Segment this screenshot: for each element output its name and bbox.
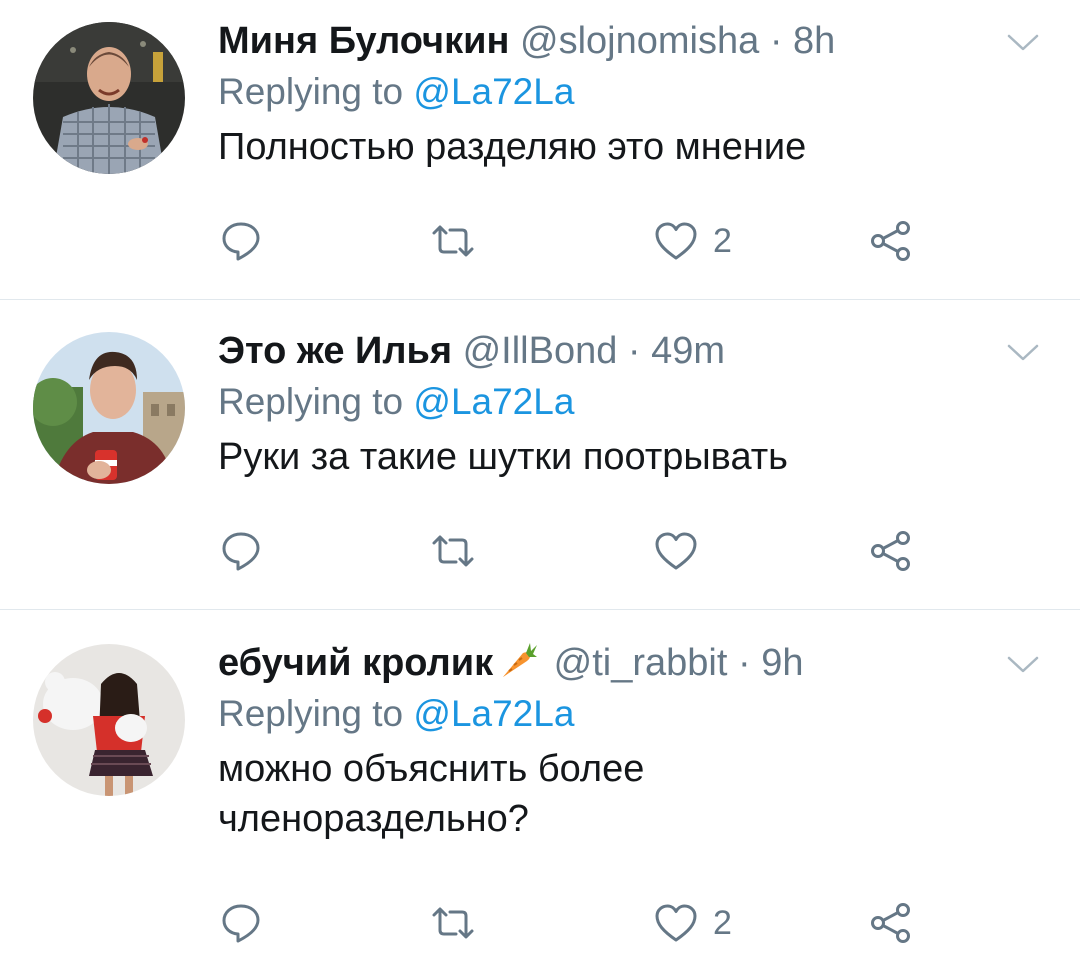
tweet-content: ебучий кролик @ti_rabbit · 9h Replying t… [218,640,1040,844]
replying-to-label: Replying to [218,693,404,734]
avatar-photo [33,332,185,484]
reply-icon [222,904,260,943]
tweet-text-line: Полностью разделяю это мнение [218,126,807,168]
tweet-text: Руки за такие шутки поотрывать [218,432,918,482]
action-bar [218,526,918,576]
tweet-content: Миня Булочкин @slojnomisha · 8h Replying… [218,18,1040,172]
chevron-down-icon[interactable] [1006,654,1040,676]
share-button[interactable] [868,526,914,576]
reply-button[interactable] [218,526,264,576]
replying-to-link[interactable]: @La72La [413,71,574,112]
user-handle[interactable]: @ti_rabbit [554,642,728,684]
like-button[interactable]: 2 [653,898,732,948]
tweet-text: Полностью разделяю это мнение [218,122,918,172]
reply-icon [222,222,260,261]
user-handle[interactable]: @slojnomisha [520,20,759,62]
share-icon [871,531,910,571]
replying-to-line: Replying to @La72La [218,380,1040,424]
tweet-text-line: можно объяснить более [218,748,645,790]
share-icon [871,903,910,943]
retweet-icon [432,907,474,939]
replying-to-label: Replying to [218,381,404,422]
tweet[interactable]: Миня Булочкин @slojnomisha · 8h Replying… [0,0,1080,300]
action-bar: 2 [218,216,918,266]
replying-to-link[interactable]: @La72La [413,381,574,422]
avatar-photo [33,644,185,796]
tweet-header: Это же Илья @IllBond · 49m [218,328,1040,374]
chevron-down-icon[interactable] [1006,342,1040,364]
display-name[interactable]: Миня Булочкин [218,20,509,62]
tweet[interactable]: ебучий кролик @ti_rabbit · 9h Replying t… [0,610,1080,970]
chevron-down-icon[interactable] [1006,32,1040,54]
avatar[interactable] [33,22,185,174]
like-button[interactable] [653,526,713,576]
retweet-button[interactable] [430,898,476,948]
retweet-icon [432,535,474,567]
timestamp[interactable]: 49m [651,330,725,372]
separator-dot: · [769,20,783,62]
replying-to-link[interactable]: @La72La [413,693,574,734]
avatar[interactable] [33,332,185,484]
carrot-icon [503,643,538,677]
heart-icon [655,222,697,260]
tweet-text: можно объяснить более членораздельно? [218,744,918,844]
tweet-text-line: членораздельно? [218,798,529,840]
reply-button[interactable] [218,898,264,948]
replying-to-line: Replying to @La72La [218,70,1040,114]
display-name[interactable]: Это же Илья [218,330,452,372]
action-bar: 2 [218,898,918,948]
tweet-content: Это же Илья @IllBond · 49m Replying to @… [218,328,1040,482]
like-count: 2 [713,221,732,260]
reply-button[interactable] [218,216,264,266]
display-name[interactable]: ебучий кролик [218,642,493,684]
user-handle[interactable]: @IllBond [463,330,618,372]
timestamp[interactable]: 8h [793,20,835,62]
reply-feed: Миня Булочкин @slojnomisha · 8h Replying… [0,0,1080,970]
avatar-photo [33,22,185,174]
tweet-text-line: Руки за такие шутки поотрывать [218,436,788,478]
tweet[interactable]: Это же Илья @IllBond · 49m Replying to @… [0,300,1080,610]
share-button[interactable] [868,216,914,266]
separator-dot: · [627,330,641,372]
heart-icon [655,904,697,942]
retweet-button[interactable] [430,216,476,266]
like-button[interactable]: 2 [653,216,732,266]
share-icon [871,221,910,261]
heart-icon [655,532,697,570]
separator-dot: · [737,642,751,684]
replying-to-label: Replying to [218,71,404,112]
timestamp[interactable]: 9h [761,642,803,684]
avatar[interactable] [33,644,185,796]
tweet-header: ебучий кролик @ti_rabbit · 9h [218,640,1040,686]
replying-to-line: Replying to @La72La [218,692,1040,736]
reply-icon [222,532,260,571]
retweet-icon [432,225,474,257]
like-count: 2 [713,903,732,942]
retweet-button[interactable] [430,526,476,576]
tweet-header: Миня Булочкин @slojnomisha · 8h [218,18,1040,64]
share-button[interactable] [868,898,914,948]
